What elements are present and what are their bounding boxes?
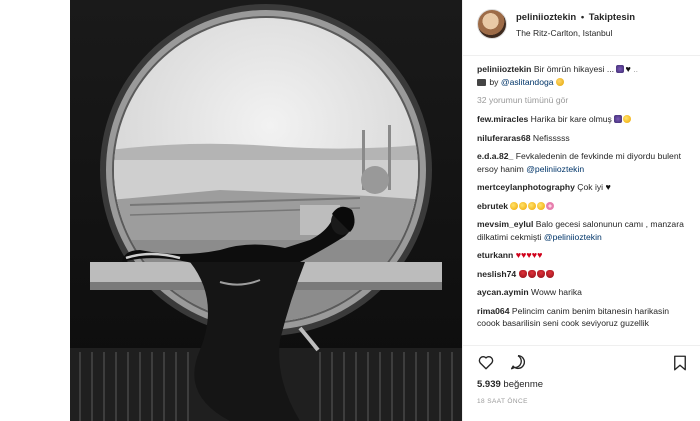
emoji-icon: [614, 115, 623, 123]
rose-emoji-icon: [545, 269, 554, 278]
author-avatar[interactable]: [477, 9, 507, 39]
comment: rima064 Pelincim canim benim bitanesin h…: [477, 305, 693, 330]
camera-emoji-icon: [477, 79, 486, 86]
heart-eyes-emoji-icon: [528, 201, 537, 210]
comments-list[interactable]: peliniioztekin Bir ömrün hikayesi ... ♥ …: [477, 63, 693, 345]
post-header: peliniioztekin • Takiptesin The Ritz-Car…: [463, 0, 700, 56]
comment: aycan.aymin Woww harika: [477, 286, 693, 299]
comment-username[interactable]: aycan.aymin: [477, 287, 529, 297]
caption-by: by: [489, 77, 499, 87]
heart-eyes-emoji-icon: [537, 201, 546, 210]
post-actions: 5.939 beğenme 18 SAAT ÖNCE: [463, 345, 700, 421]
comment: neslish74: [477, 268, 693, 281]
rose-emoji-icon: [536, 269, 545, 278]
comment: eturkann ♥♥♥♥♥: [477, 249, 693, 262]
comment-text: Woww harika: [530, 287, 582, 297]
black-heart-icon: ♥: [605, 182, 611, 192]
load-more-comments[interactable]: 32 yorumun tümünü gör: [477, 95, 693, 105]
comment-text: Çok iyi: [577, 182, 604, 192]
post-timestamp: 18 SAAT ÖNCE: [477, 398, 528, 405]
comment-username[interactable]: mertceylanphotography: [477, 182, 575, 192]
caption-username[interactable]: peliniioztekin: [477, 64, 531, 74]
heart-icon[interactable]: [477, 353, 495, 371]
comment: ebrutek: [477, 200, 693, 213]
likes-number: 5.939: [477, 379, 501, 390]
post-photo[interactable]: [70, 0, 462, 421]
black-heart-icon: ♥: [625, 64, 631, 74]
instagram-post: peliniioztekin • Takiptesin The Ritz-Car…: [0, 0, 700, 421]
heart-eyes-emoji-icon: [623, 115, 632, 123]
comment-text: Harika bir kare olmuş: [530, 114, 612, 124]
caption-text: Bir ömrün hikayesi ...: [533, 64, 615, 74]
comment-bubble-icon[interactable]: [509, 353, 527, 371]
comment-text: Nefisssss: [532, 132, 570, 143]
following-status[interactable]: Takiptesin: [589, 12, 635, 23]
likes-count[interactable]: 5.939 beğenme: [477, 379, 543, 390]
heart-eyes-emoji-icon: [510, 201, 519, 210]
comment-username[interactable]: mevsim_eylul: [477, 219, 533, 229]
caption-mention[interactable]: @aslitandoga: [501, 77, 554, 87]
post-caption: peliniioztekin Bir ömrün hikayesi ... ♥ …: [477, 64, 638, 87]
comment: niluferaras68 Nefisssss: [477, 132, 693, 145]
flower-emoji-icon: [546, 201, 555, 210]
rose-emoji-icon: [527, 269, 536, 278]
bookmark-icon[interactable]: [671, 354, 689, 372]
rose-emoji-icon: [518, 269, 527, 278]
header-separator: •: [580, 12, 585, 23]
comment-username[interactable]: rima064: [477, 306, 510, 316]
comment: mertceylanphotography Çok iyi ♥: [477, 181, 693, 194]
comment-username[interactable]: ebrutek: [477, 201, 508, 211]
comment: mevsim_eylul Balo gecesi salonunun camı …: [477, 218, 693, 243]
comment-mention[interactable]: @peliniioztekin: [526, 164, 584, 174]
comment-username[interactable]: neslish74: [477, 269, 516, 279]
author-username[interactable]: peliniioztekin: [516, 12, 576, 23]
author-line: peliniioztekin • Takiptesin: [516, 12, 635, 23]
comment-username[interactable]: e.d.a.82_: [477, 151, 513, 161]
likes-label: beğenme: [503, 379, 544, 390]
comment-username[interactable]: niluferaras68: [477, 133, 531, 143]
comment-username[interactable]: eturkann: [477, 250, 513, 260]
heart-eyes-emoji-icon: [519, 201, 528, 210]
red-heart-icon: ♥: [537, 250, 543, 260]
emoji-icon: [616, 65, 625, 73]
comment: e.d.a.82_ Fevkaledenin de fevkinde mi di…: [477, 150, 693, 175]
comment: few.miracles Harika bir kare olmuş: [477, 113, 693, 126]
post-side-panel: peliniioztekin • Takiptesin The Ritz-Car…: [462, 0, 700, 421]
comment-mention[interactable]: @peliniioztekin: [544, 232, 602, 242]
post-location[interactable]: The Ritz-Carlton, Istanbul: [516, 28, 612, 38]
comment-username[interactable]: few.miracles: [477, 114, 528, 124]
photo-illustration: [70, 0, 462, 421]
smile-emoji-icon: [555, 78, 564, 86]
